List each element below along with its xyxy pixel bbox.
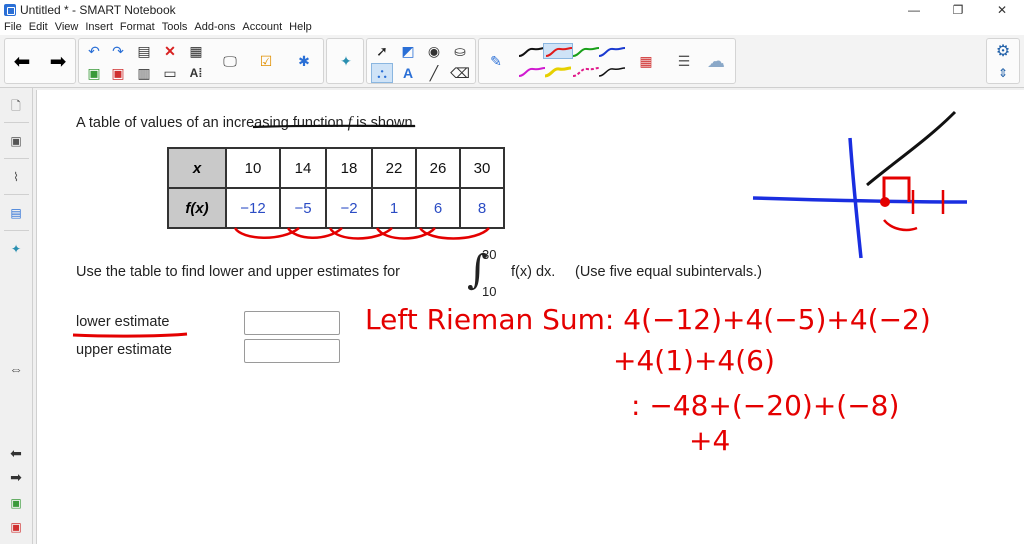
pen-thin-black-swatch[interactable] <box>597 65 627 79</box>
remove-page-icon[interactable]: ▣ <box>107 63 129 83</box>
handwriting-line4: +4 <box>689 424 730 457</box>
pens-group: ✎ ▦ ☰ ☁ <box>478 38 736 84</box>
menu-account[interactable]: Account <box>242 21 282 33</box>
menu-edit[interactable]: Edit <box>29 21 48 33</box>
edit-group: ↶ ↷ ▤ ✕ ▦ ▣ ▣ ▥ ▭ A⁞ 🖵 ☑ ✱ <box>78 38 324 84</box>
gallery-icon[interactable]: ▣ <box>8 132 24 150</box>
ink-x-axis <box>752 196 968 204</box>
menu-file[interactable]: File <box>4 21 22 33</box>
forward-arrow-icon[interactable]: ➡ <box>47 51 69 73</box>
navigation-group: ⬅ ➡ <box>4 38 76 84</box>
handwriting-line2: +4(1)+4(6) <box>613 344 775 377</box>
redo-icon[interactable]: ↷ <box>107 41 129 61</box>
sidebar-divider <box>4 230 29 231</box>
handwriting-line1: Left Rieman Sum: 4(−12)+4(−5)+4(−2) <box>365 303 931 336</box>
attachments-icon[interactable]: ⌇ <box>8 168 24 186</box>
menu-tools[interactable]: Tools <box>162 21 188 33</box>
resize-panel-icon[interactable]: ⇔ <box>8 360 24 378</box>
menu-format[interactable]: Format <box>120 21 155 33</box>
settings-group: ⚙ ⇕ <box>986 38 1020 84</box>
delete-icon[interactable]: ✕ <box>159 41 181 61</box>
eraser-pen-icon[interactable]: ⛬ <box>371 63 393 83</box>
window-title: Untitled * - SMART Notebook <box>20 2 176 17</box>
menu-help[interactable]: Help <box>289 21 312 33</box>
ink-brace <box>883 219 918 232</box>
text-icon[interactable]: A <box>397 63 419 83</box>
toolbar-position-icon[interactable]: ⇕ <box>992 63 1014 83</box>
eraser-icon[interactable]: ⌫ <box>449 63 471 83</box>
select-icon[interactable]: ➚ <box>371 41 393 61</box>
fill-icon[interactable]: ◉ <box>423 41 445 61</box>
pen-blue-swatch[interactable] <box>597 45 627 59</box>
pen-icon[interactable]: ✎ <box>485 51 507 71</box>
capture-icon[interactable]: 🖵 <box>219 51 241 71</box>
ink-underline-black <box>252 124 416 129</box>
side-panel: 🗋 ▣ ⌇ ▤ ✦ ⇔ ⬅ ➡ ▣ ▣ <box>0 88 33 544</box>
back-arrow-icon[interactable]: ⬅ <box>11 51 33 73</box>
handwriting-line3: : −48+(−20)+(−8) <box>631 389 899 422</box>
line-style-icon[interactable]: ☰ <box>673 51 695 71</box>
page-sorter-icon[interactable]: 🗋 <box>8 98 24 116</box>
properties-icon[interactable]: ▤ <box>8 204 24 222</box>
ink-function-curve <box>866 110 957 187</box>
ink-underline-red <box>72 332 188 338</box>
menu-insert[interactable]: Insert <box>85 21 113 33</box>
menu-view[interactable]: View <box>55 21 79 33</box>
sidebar-divider <box>4 194 29 195</box>
shapes-icon[interactable]: ◩ <box>397 41 419 61</box>
sidebar-divider <box>4 158 29 159</box>
table-icon[interactable]: ▦ <box>185 41 207 61</box>
title-bar: Untitled * - SMART Notebook — ❐ ✕ <box>0 0 1024 19</box>
line-icon[interactable]: ╱ <box>423 63 445 83</box>
pen-yellow-swatch[interactable] <box>543 65 573 79</box>
save-icon[interactable]: ▥ <box>133 63 155 83</box>
add-page-icon[interactable]: ▣ <box>83 63 105 83</box>
undo-icon[interactable]: ↶ <box>83 41 105 61</box>
response-group: ✦ <box>326 38 364 84</box>
fill-effects-icon[interactable]: ☁ <box>705 51 727 71</box>
addons-panel-icon[interactable]: ✦ <box>8 240 24 258</box>
toolbar: ⬅ ➡ ↶ ↷ ▤ ✕ ▦ ▣ ▣ ▥ ▭ A⁞ 🖵 ☑ ✱ ✦ ➚ ◩ ◉ ⛀ <box>0 35 1024 88</box>
menu-bar: File Edit View Insert Format Tools Add-o… <box>0 19 1024 35</box>
previous-page-icon[interactable]: ⬅ <box>8 444 24 462</box>
gear-icon[interactable]: ⚙ <box>992 41 1014 61</box>
sidebar-divider <box>4 122 29 123</box>
next-page-icon[interactable]: ➡ <box>8 468 24 486</box>
notebook-page[interactable]: A table of values of an increasing funct… <box>36 90 1024 544</box>
fill-bucket-icon[interactable]: ⛀ <box>449 41 471 61</box>
close-button[interactable]: ✕ <box>980 0 1024 19</box>
color-palette-icon[interactable]: ▦ <box>635 51 657 71</box>
ink-layer: Left Rieman Sum: 4(−12)+4(−5)+4(−2) +4(1… <box>72 110 968 457</box>
menu-addons[interactable]: Add-ons <box>194 21 235 33</box>
fullscreen-icon[interactable]: A⁞ <box>185 63 207 83</box>
screen-shade-icon[interactable]: ▭ <box>159 63 181 83</box>
tools-group: ➚ ◩ ◉ ⛀ ⛬ A ╱ ⌫ <box>366 38 476 84</box>
ink-y-axis <box>848 137 863 259</box>
add-page-icon[interactable]: ▣ <box>8 494 24 512</box>
delete-page-icon[interactable]: ▣ <box>8 518 24 536</box>
paste-icon[interactable]: ▤ <box>133 41 155 61</box>
smart-notebook-window: Untitled * - SMART Notebook — ❐ ✕ File E… <box>0 0 1024 544</box>
minimize-button[interactable]: — <box>892 0 936 19</box>
app-logo-icon <box>4 3 16 16</box>
response-icon[interactable]: ✦ <box>335 51 357 71</box>
addons-icon[interactable]: ✱ <box>293 51 315 71</box>
ink-point <box>880 197 890 207</box>
lesson-activity-icon[interactable]: ☑ <box>255 51 277 71</box>
pen-red-swatch[interactable] <box>543 43 573 59</box>
restore-button[interactable]: ❐ <box>936 0 980 19</box>
